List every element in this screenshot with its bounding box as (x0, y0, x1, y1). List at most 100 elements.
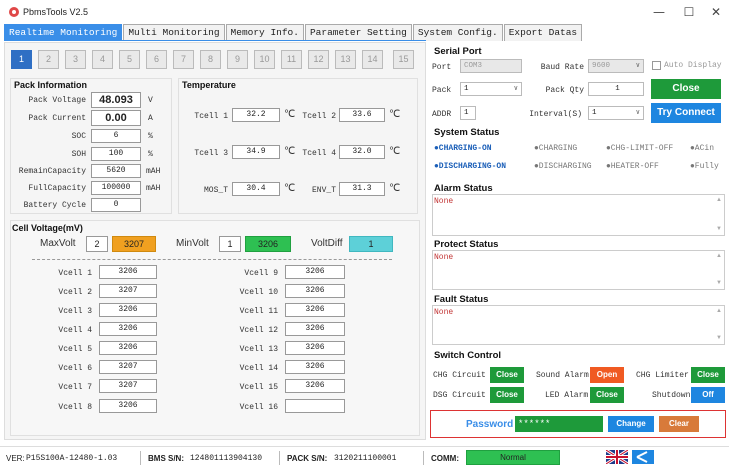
vcell-4-value: 3206 (99, 322, 157, 336)
chg-limiter-button[interactable]: Close (691, 367, 725, 383)
scroll-down-icon[interactable]: ▼ (716, 280, 722, 286)
vcell-11-value: 3206 (285, 303, 345, 317)
vcell-9-value: 3206 (285, 265, 345, 279)
vcell-6-value: 3207 (99, 360, 157, 374)
password-input[interactable]: ****** (515, 416, 603, 432)
vcell-5-value: 3206 (99, 341, 157, 355)
fault-status-box[interactable]: None ▲ ▼ (432, 305, 725, 345)
tcell3-label: Tcell 3 (194, 149, 228, 158)
try-connect-button[interactable]: Try Connect (651, 103, 721, 123)
interval-select[interactable]: 1 ∨ (588, 106, 644, 120)
tcell1-label: Tcell 1 (194, 112, 228, 121)
close-port-button[interactable]: Close (651, 79, 721, 99)
pack-tab-6[interactable]: 6 (146, 50, 167, 69)
pack-tab-1[interactable]: 1 (11, 50, 32, 69)
bms-sn-label: BMS S/N: (148, 454, 184, 463)
status-discharging-on: ●DISCHARGING-ON (434, 162, 507, 171)
pack-tab-4[interactable]: 4 (92, 50, 113, 69)
min-volt-label: MinVolt (176, 238, 209, 249)
vcell-7-label: Vcell 7 (58, 383, 92, 392)
vcell-4-label: Vcell 4 (58, 326, 92, 335)
tab-multi-monitoring[interactable]: Multi Monitoring (123, 24, 225, 41)
led-alarm-button[interactable]: Close (590, 387, 624, 403)
chg-circuit-button[interactable]: Close (490, 367, 524, 383)
tcell4-value: 32.0 (339, 145, 385, 159)
tab-system-config[interactable]: System Config. (412, 24, 503, 41)
pack-tab-8[interactable]: 8 (200, 50, 221, 69)
pack-tab-14[interactable]: 14 (362, 50, 383, 69)
language-flag-icon[interactable] (632, 450, 654, 464)
pack-tab-2[interactable]: 2 (38, 50, 59, 69)
protect-status-title: Protect Status (434, 239, 499, 250)
addr-label: ADDR (432, 110, 452, 119)
port-label: Port (432, 63, 452, 72)
tcell4-unit: ℃ (389, 147, 401, 158)
pack-tab-5[interactable]: 5 (119, 50, 140, 69)
cell-voltage-title: Cell Voltage(mV) (12, 223, 83, 233)
scroll-down-icon[interactable]: ▼ (716, 335, 722, 341)
pack-label: Pack (432, 86, 452, 95)
tab-parameter-setting[interactable]: Parameter Setting (304, 24, 412, 41)
remain-capacity-unit: mAH (146, 167, 161, 176)
shutdown-button[interactable]: Off (691, 387, 725, 403)
pack-tab-11[interactable]: 11 (281, 50, 302, 69)
pack-select[interactable]: 1 ∨ (460, 82, 522, 96)
auto-display-checkbox[interactable] (652, 61, 661, 70)
alarm-status-box[interactable]: None ▲ ▼ (432, 194, 725, 236)
clear-password-button[interactable]: Clear (659, 416, 699, 432)
system-status-title: System Status (434, 127, 500, 138)
pack-voltage-unit: V (148, 96, 153, 105)
vcell-10-value: 3206 (285, 284, 345, 298)
sound-alarm-button[interactable]: Open (590, 367, 624, 383)
port-select[interactable]: COM3 (460, 59, 522, 73)
vcell-12-value: 3206 (285, 322, 345, 336)
pack-tab-15[interactable]: 15 (393, 50, 414, 69)
pack-tab-7[interactable]: 7 (173, 50, 194, 69)
scroll-down-icon[interactable]: ▼ (716, 226, 722, 232)
pack-tab-12[interactable]: 12 (308, 50, 329, 69)
shutdown-label: Shutdown (652, 391, 691, 400)
vcell-9-label: Vcell 9 (244, 269, 278, 278)
minimize-button[interactable]: — (648, 3, 670, 21)
pack-info-title: Pack Information (14, 80, 88, 90)
status-acin: ●ACin (690, 144, 715, 153)
dsg-circuit-button[interactable]: Close (490, 387, 524, 403)
protect-status-box[interactable]: None ▲ ▼ (432, 250, 725, 290)
soc-label: SOC (71, 132, 86, 141)
tab-memory-info[interactable]: Memory Info. (225, 24, 304, 41)
scroll-up-icon[interactable]: ▲ (716, 308, 722, 314)
maximize-button[interactable]: ☐ (678, 3, 700, 21)
pack-tab-13[interactable]: 13 (335, 50, 356, 69)
vcell-1-label: Vcell 1 (58, 269, 92, 278)
fault-status-value: None (434, 308, 454, 317)
tcell2-unit: ℃ (389, 110, 401, 121)
pack-tab-9[interactable]: 9 (227, 50, 248, 69)
close-window-button[interactable]: ✕ (705, 3, 727, 21)
scroll-up-icon[interactable]: ▲ (716, 253, 722, 259)
baud-rate-select[interactable]: 9600 ∨ (588, 59, 644, 73)
change-password-button[interactable]: Change (608, 416, 654, 432)
alarm-status-title: Alarm Status (434, 183, 493, 194)
vcell-5-label: Vcell 5 (58, 345, 92, 354)
vcell-3-label: Vcell 3 (58, 307, 92, 316)
uk-flag-icon[interactable] (606, 450, 628, 464)
env-temp-value: 31.3 (339, 182, 385, 196)
soh-label: SOH (71, 150, 86, 159)
title-bar: PbmsTools V2.5 — ☐ ✕ (0, 0, 729, 24)
max-volt-index: 2 (86, 236, 108, 252)
addr-input[interactable]: 1 (460, 106, 476, 120)
footer-separator (279, 451, 280, 465)
battery-cycle-value: 0 (91, 198, 141, 212)
tab-export-datas[interactable]: Export Datas (503, 24, 583, 41)
volt-diff-value: 1 (349, 236, 393, 252)
pack-tab-10[interactable]: 10 (254, 50, 275, 69)
pack-sn-value: 3120211100001 (334, 454, 397, 463)
pack-qty-input[interactable]: 1 (588, 82, 644, 96)
max-volt-value: 3207 (112, 236, 156, 252)
pack-tab-3[interactable]: 3 (65, 50, 86, 69)
vcell-15-value: 3206 (285, 379, 345, 393)
tab-realtime-monitoring[interactable]: Realtime Monitoring (4, 24, 123, 41)
status-charging: ●CHARGING (534, 144, 578, 153)
env-temp-label: ENV_T (311, 186, 336, 195)
scroll-up-icon[interactable]: ▲ (716, 197, 722, 203)
